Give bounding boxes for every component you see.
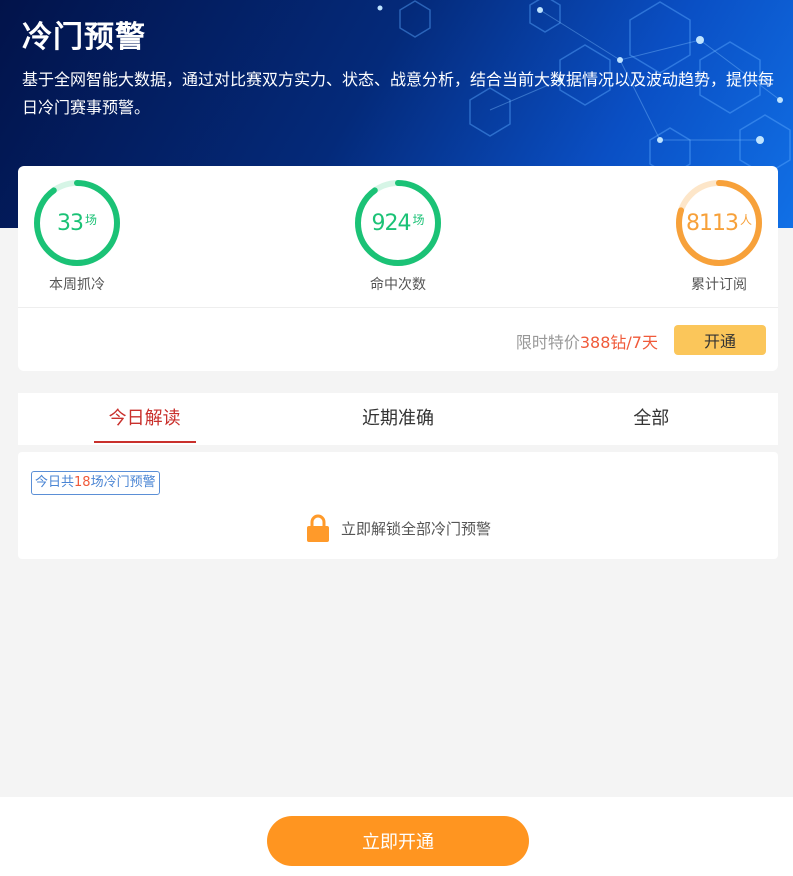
- tab-all[interactable]: 全部: [525, 393, 778, 445]
- unlock-link[interactable]: 立即解锁全部冷门预警: [307, 514, 491, 542]
- today-count-badge: 今日共18场冷门预警: [31, 471, 160, 495]
- open-subscription-button[interactable]: 开通: [674, 325, 766, 355]
- bottom-action-bar: 立即开通: [0, 797, 793, 876]
- today-content-card: 今日共18场冷门预警 立即解锁全部冷门预警: [18, 452, 778, 559]
- progress-ring: 924 场: [353, 178, 443, 268]
- badge-count: 18: [74, 475, 91, 490]
- tab-bar: 今日解读 近期准确 全部: [18, 393, 778, 445]
- unlock-text: 立即解锁全部冷门预警: [341, 519, 492, 538]
- stat-unit: 场: [412, 212, 425, 227]
- stat-subscribers: 8113 人 累计订阅: [669, 178, 769, 294]
- stat-unit: 场: [84, 212, 97, 227]
- price-prefix: 限时特价: [515, 333, 580, 352]
- stat-hit-count: 924 场 命中次数: [348, 178, 448, 294]
- stat-value: 33: [56, 210, 84, 236]
- tab-recent-accuracy[interactable]: 近期准确: [271, 393, 524, 445]
- divider: [18, 307, 778, 308]
- stat-weekly-upsets: 33 场 本周抓冷: [27, 178, 127, 294]
- stat-label: 本周抓冷: [49, 277, 105, 293]
- lock-icon: [307, 514, 329, 542]
- stat-label: 命中次数: [370, 277, 426, 293]
- stats-card: 33 场 本周抓冷 924 场 命中次数 8113 人 累计订阅 限时特价388…: [18, 166, 778, 371]
- price-info: 限时特价388钻/7天: [516, 329, 658, 353]
- page-title: 冷门预警: [22, 20, 146, 55]
- badge-suffix: 场冷门预警: [90, 475, 156, 490]
- stat-value: 924: [371, 210, 411, 236]
- stat-label: 累计订阅: [691, 277, 747, 293]
- stat-value: 8113: [685, 210, 739, 236]
- badge-prefix: 今日共: [35, 475, 75, 490]
- stat-unit: 人: [739, 212, 752, 227]
- progress-ring: 33 场: [32, 178, 122, 268]
- price-highlight: 388钻/7天: [579, 333, 658, 352]
- tab-today[interactable]: 今日解读: [18, 393, 271, 445]
- progress-ring: 8113 人: [674, 178, 764, 268]
- activate-now-button[interactable]: 立即开通: [267, 816, 529, 866]
- page-description: 基于全网智能大数据，通过对比赛双方实力、状态、战意分析，结合当前大数据情况以及波…: [22, 70, 775, 117]
